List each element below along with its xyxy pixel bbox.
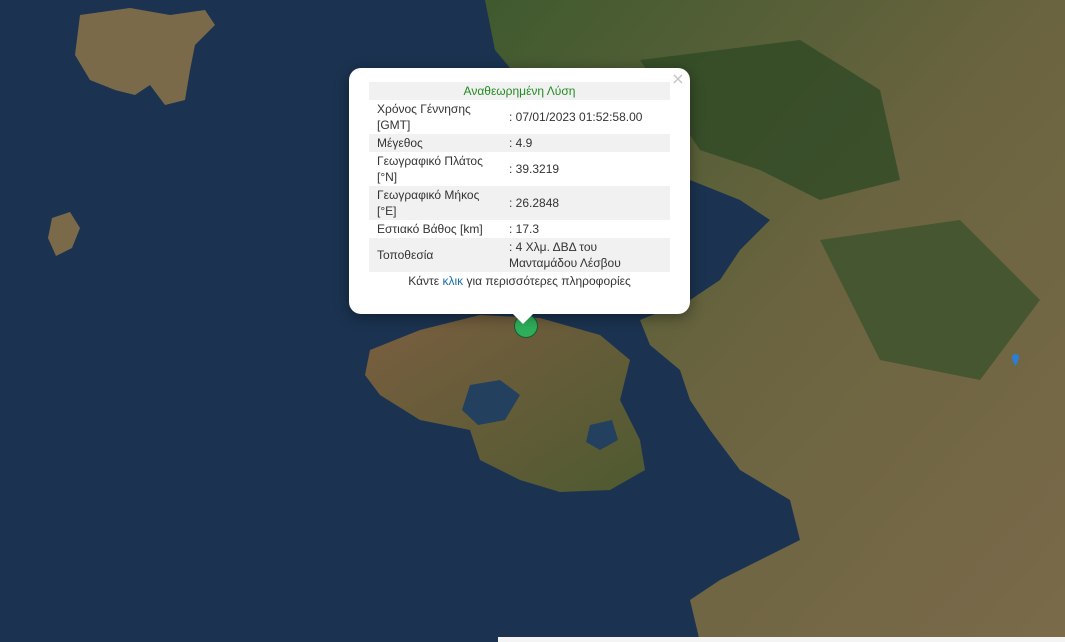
row-value: : 4 Χλμ. ΔΒΔ του Μανταμάδου Λέσβου bbox=[501, 238, 670, 272]
attribution-bar bbox=[498, 637, 1065, 642]
row-label: Γεωγραφικό Πλάτος [°N] bbox=[377, 154, 483, 184]
blue-pin-icon[interactable] bbox=[1012, 354, 1019, 366]
more-info-link[interactable]: κλικ bbox=[442, 274, 463, 288]
earthquake-info-popup: × Αναθεωρημένη Λύση Χρόνος Γέννησης [GMT… bbox=[349, 68, 690, 324]
more-info-text: Κάντε κλικ για περισσότερες πληροφορίες bbox=[408, 274, 631, 288]
row-value: : 4.9 bbox=[501, 134, 670, 152]
row-label: Χρόνος Γέννησης [GMT] bbox=[377, 102, 471, 132]
row-label: Εστιακό Βάθος [km] bbox=[377, 222, 483, 236]
row-value: : 39.3219 bbox=[509, 162, 560, 176]
row-value: : 17.3 bbox=[509, 222, 540, 236]
popup-tip bbox=[513, 314, 533, 324]
row-label: Τοποθεσία bbox=[369, 238, 501, 272]
row-value: : 07/01/2023 01:52:58.00 bbox=[509, 110, 643, 124]
close-icon[interactable]: × bbox=[671, 71, 685, 87]
popup-title: Αναθεωρημένη Λύση bbox=[369, 82, 670, 100]
row-label: Μέγεθος bbox=[369, 134, 501, 152]
earthquake-info-table: Αναθεωρημένη Λύση Χρόνος Γέννησης [GMT] … bbox=[369, 82, 670, 290]
row-label: Γεωγραφικό Μήκος [°E] bbox=[369, 186, 501, 220]
row-value: : 26.2848 bbox=[501, 186, 670, 220]
